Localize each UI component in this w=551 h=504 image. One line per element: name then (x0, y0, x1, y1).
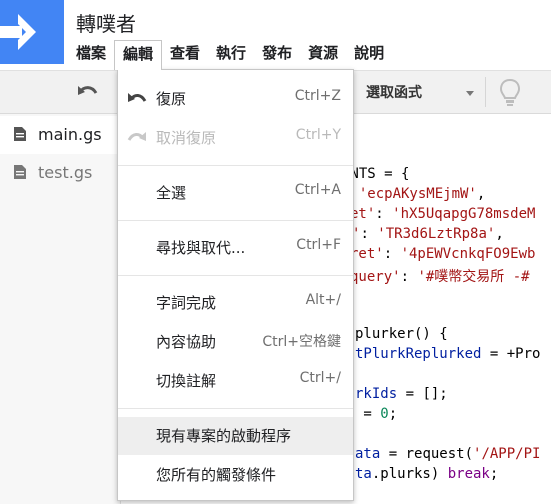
file-item-main[interactable]: main.gs (0, 116, 120, 154)
menu-divider (118, 408, 353, 409)
menu-publish[interactable]: 發布 (254, 40, 300, 68)
file-list: main.gs test.gs (0, 114, 120, 504)
menu-item-content-assist[interactable]: 內容協助 Ctrl+空格鍵 (118, 323, 353, 361)
code-string: 'hX5UqapgG78msdeM (392, 206, 536, 222)
arrow-right-icon (0, 14, 36, 50)
code-text: : (375, 206, 393, 222)
file-icon (14, 165, 26, 179)
menu-help[interactable]: 說明 (346, 40, 392, 68)
menu-item-label: 全選 (156, 184, 187, 202)
menu-view[interactable]: 查看 (162, 40, 208, 68)
code-line: tPlurkReplurked = +Pro (355, 346, 540, 366)
menu-item-label: 復原 (156, 90, 187, 108)
code-string: query' (350, 269, 401, 285)
code-property: ta (355, 466, 372, 482)
code-text: plurker() { (355, 326, 448, 342)
menu-item-label: 現有專案的啟動程序 (156, 427, 292, 445)
file-name: test.gs (38, 163, 93, 182)
undo-icon (128, 93, 147, 102)
function-select[interactable]: 選取函式 (366, 82, 422, 102)
menu-item-shortcut: Ctrl+/ (299, 370, 341, 386)
code-text: : (383, 246, 401, 262)
code-line: ta.plurks) break; (355, 466, 498, 486)
code-line: = 0; (355, 406, 397, 426)
menubar: 檔案 編輯 查看 執行 發布 資源 說明 (68, 40, 392, 70)
code-line: rkIds = []; (355, 386, 448, 406)
menu-item-shortcut: Alt+/ (305, 292, 341, 308)
file-name: main.gs (38, 125, 102, 144)
code-text: = (355, 406, 381, 422)
code-text: : (400, 269, 418, 285)
menu-item-shortcut: Ctrl+Y (295, 127, 341, 143)
redo-icon (127, 132, 146, 141)
menu-run[interactable]: 執行 (208, 40, 254, 68)
menu-item-label: 取消復原 (156, 129, 217, 147)
menu-item-redo[interactable]: 取消復原 Ctrl+Y (118, 119, 353, 157)
toolbar-divider (485, 77, 486, 107)
code-string: 'ecpAKysMEjmW' (358, 186, 477, 202)
menu-item-label: 字詞完成 (156, 294, 217, 312)
menu-edit[interactable]: 編輯 (114, 40, 163, 70)
code-text: ; (388, 406, 398, 422)
menu-divider (118, 165, 353, 166)
code-string: ret' (350, 246, 384, 262)
menu-item-shortcut: Ctrl+A (294, 182, 341, 198)
menu-item-label: 您所有的觸發條件 (156, 466, 277, 484)
menu-file[interactable]: 檔案 (68, 40, 114, 68)
code-string: '4pEWVcnkqFO9Ewb (400, 246, 536, 262)
code-text: , (495, 226, 504, 242)
file-icon (14, 127, 26, 141)
menu-divider (118, 275, 353, 276)
code-string: '#噗幣交易所 -# (417, 269, 530, 285)
lightbulb-icon[interactable] (499, 78, 521, 108)
app-logo[interactable] (0, 0, 64, 64)
code-text: ; (489, 466, 499, 482)
code-text: , (476, 186, 486, 202)
app-header: 轉噗者 檔案 編輯 查看 執行 發布 資源 說明 (0, 0, 551, 70)
code-line: plurker() { (355, 326, 448, 346)
menu-item-shortcut: Ctrl+空格鍵 (262, 334, 341, 350)
code-line: : 'ecpAKysMEjmW', (342, 186, 485, 206)
code-line: et': 'hX5UqapgG78msdeM (350, 206, 535, 226)
menu-item-find-replace[interactable]: 尋找與取代... Ctrl+F (118, 229, 353, 267)
code-string: '/APP/PI (473, 446, 541, 462)
edit-menu-dropdown: 復原 Ctrl+Z 取消復原 Ctrl+Y 全選 Ctrl+A 尋找與取代...… (117, 69, 354, 501)
code-property: rkIds (355, 386, 398, 402)
code-line: ret': '4pEWVcnkqFO9Ewb (350, 246, 535, 266)
menu-item-select-all[interactable]: 全選 Ctrl+A (118, 174, 353, 212)
code-line: ata = request('/APP/PI (355, 446, 540, 466)
menu-item-autocomplete[interactable]: 字詞完成 Alt+/ (118, 284, 353, 322)
menu-divider (118, 220, 353, 221)
menu-item-label: 內容協助 (156, 333, 217, 351)
menu-item-shortcut: Ctrl+Z (294, 88, 341, 104)
menu-item-undo[interactable]: 復原 Ctrl+Z (118, 80, 353, 118)
menu-item-label: 切換註解 (156, 372, 217, 390)
code-number: 0 (380, 406, 389, 422)
menu-item-toggle-comment[interactable]: 切換註解 Ctrl+/ (118, 362, 353, 400)
code-text: = request( (380, 446, 474, 462)
code-text: .plurks) (371, 466, 448, 482)
chevron-down-icon[interactable] (466, 91, 474, 96)
menu-resources[interactable]: 資源 (300, 40, 346, 68)
code-line: query': '#噗幣交易所 -# (350, 266, 530, 286)
code-property: tPlurkReplurked (355, 346, 482, 362)
undo-icon[interactable] (76, 83, 100, 101)
code-keyword: break (447, 466, 490, 482)
menu-item-shortcut: Ctrl+F (296, 237, 341, 253)
code-text: = +Pro (481, 346, 541, 362)
code-text: = []; (397, 386, 448, 402)
menu-item-project-triggers[interactable]: 現有專案的啟動程序 (118, 417, 353, 455)
code-string: 'TR3d6LztRp8a' (377, 226, 496, 242)
menu-item-all-triggers[interactable]: 您所有的觸發條件 (118, 456, 353, 494)
code-property: ata (355, 446, 381, 462)
code-line: ': 'TR3d6LztRp8a', (352, 226, 504, 246)
file-item-test[interactable]: test.gs (0, 154, 120, 192)
code-text: : (360, 226, 378, 242)
project-title[interactable]: 轉噗者 (76, 8, 136, 37)
menu-item-label: 尋找與取代... (156, 239, 246, 257)
